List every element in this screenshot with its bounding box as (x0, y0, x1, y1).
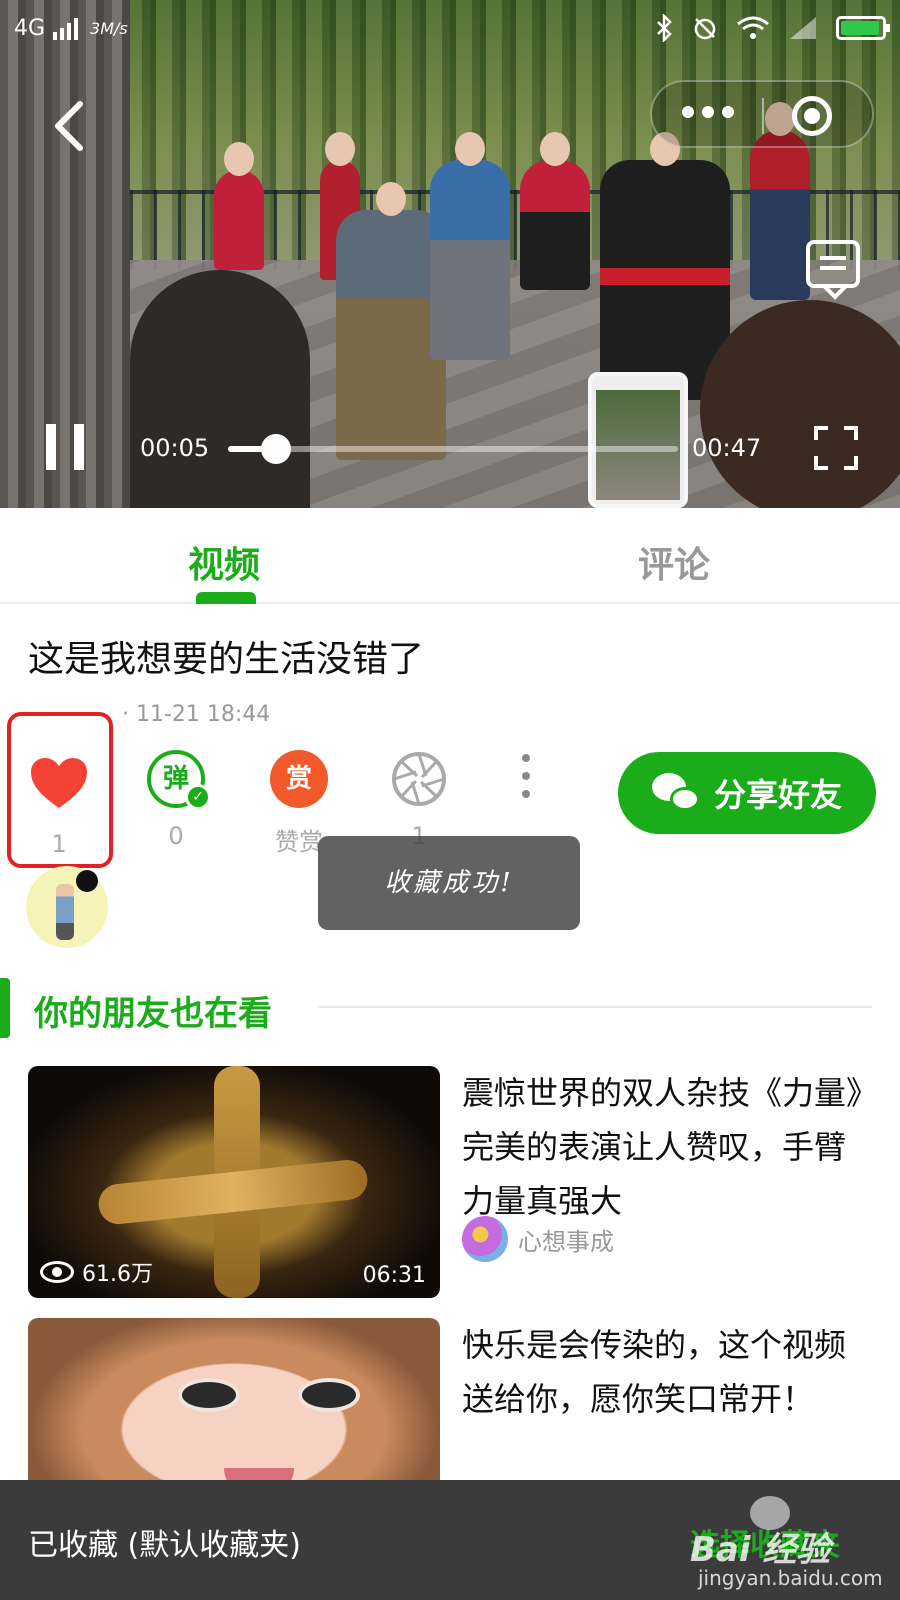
author-avatar (462, 1216, 508, 1262)
hd-icon (790, 17, 816, 39)
video-frame-dancer (520, 132, 590, 290)
video-frame-phone (588, 372, 688, 508)
thumbnail-detail (178, 1378, 240, 1412)
section-marker (0, 978, 10, 1038)
annotation-highlight-box (7, 712, 113, 868)
video-title: 这是我想要的生活没错了 (28, 639, 425, 680)
video-frame-spectator (130, 270, 310, 508)
bluetooth-icon (657, 14, 672, 42)
miniprogram-capsule (650, 80, 874, 148)
content-tabs: 视频 评论 (0, 508, 900, 604)
recommendation-title[interactable]: 震惊世界的双人杂技《力量》完美的表演让人赞叹，手臂力量真强大 (462, 1066, 872, 1228)
more-options-icon[interactable] (682, 106, 734, 118)
alarm-icon (694, 18, 716, 40)
danmu-label: 弹 (162, 764, 189, 794)
status-bar: 4G 3M/s (0, 0, 900, 60)
recommendation-author: 心想事成 (462, 1216, 614, 1262)
toast-message: 收藏成功! (318, 836, 580, 930)
danmaku-toggle-icon[interactable] (806, 240, 860, 288)
reward-label: 赏 (285, 764, 312, 794)
progress-bar[interactable] (228, 434, 678, 464)
close-miniprogram-icon[interactable] (792, 96, 832, 136)
danmu-icon: 弹 ✓ (147, 750, 211, 810)
tab-video[interactable]: 视频 (188, 536, 260, 588)
wechat-icon (651, 773, 700, 813)
tab-comments[interactable]: 评论 (638, 536, 710, 588)
more-vertical-icon[interactable] (520, 754, 532, 806)
fullscreen-icon[interactable] (814, 426, 858, 470)
snackbar-text: 已收藏 (默认收藏夹) (28, 1528, 301, 1563)
current-time: 00:05 (140, 434, 210, 462)
section-divider (318, 1006, 872, 1008)
network-speed: 3M/s (90, 19, 128, 38)
list-item[interactable]: 61.6万 06:31 震惊世界的双人杂技《力量》完美的表演让人赞叹，手臂力量真… (0, 1066, 900, 1298)
watermark-logo: Bai 经验 jingyan.baidu.com (690, 1496, 890, 1592)
view-count-text: 61.6万 (82, 1262, 153, 1287)
video-frame-dancer (214, 142, 264, 270)
recommendation-title[interactable]: 快乐是会传染的，这个视频送给你，愿你笑口常开！ (462, 1318, 872, 1426)
wifi-icon (737, 16, 769, 39)
signal-icon (53, 17, 79, 40)
back-arrow-icon[interactable] (44, 96, 94, 156)
moments-button[interactable]: 1 (364, 750, 474, 850)
video-player[interactable]: 4G 3M/s 00:05 00:47 (0, 0, 900, 508)
watermark-brand: Bai 经验 (690, 1530, 831, 1570)
thumbnail-detail (298, 1378, 360, 1412)
publish-time: · 11-21 18:44 (122, 702, 271, 727)
eye-icon (40, 1261, 74, 1283)
video-frame-dancer (750, 102, 810, 300)
watermark-url: jingyan.baidu.com (698, 1566, 883, 1590)
video-duration: 06:31 (362, 1263, 426, 1288)
video-frame-dancer (430, 132, 510, 360)
network-label: 4G (14, 16, 46, 41)
section-title: 你的朋友也在看 (34, 994, 272, 1034)
battery-icon (836, 16, 890, 40)
progress-handle[interactable] (260, 434, 291, 464)
active-tab-indicator (196, 592, 256, 604)
check-icon: ✓ (185, 784, 211, 810)
view-count: 61.6万 (40, 1256, 153, 1288)
reward-icon: 赏 (270, 750, 328, 808)
shutter-icon (392, 752, 446, 806)
share-friend-button[interactable]: 分享好友 (618, 752, 876, 834)
total-time: 00:47 (692, 434, 762, 462)
avatar-badge (76, 870, 98, 892)
danmu-count: 0 (168, 822, 184, 850)
pause-icon[interactable] (46, 424, 86, 470)
danmu-button[interactable]: 弹 ✓ 0 (121, 750, 231, 850)
video-thumbnail[interactable]: 61.6万 06:31 (28, 1066, 440, 1298)
share-label: 分享好友 (713, 776, 842, 814)
author-name: 心想事成 (518, 1227, 614, 1256)
